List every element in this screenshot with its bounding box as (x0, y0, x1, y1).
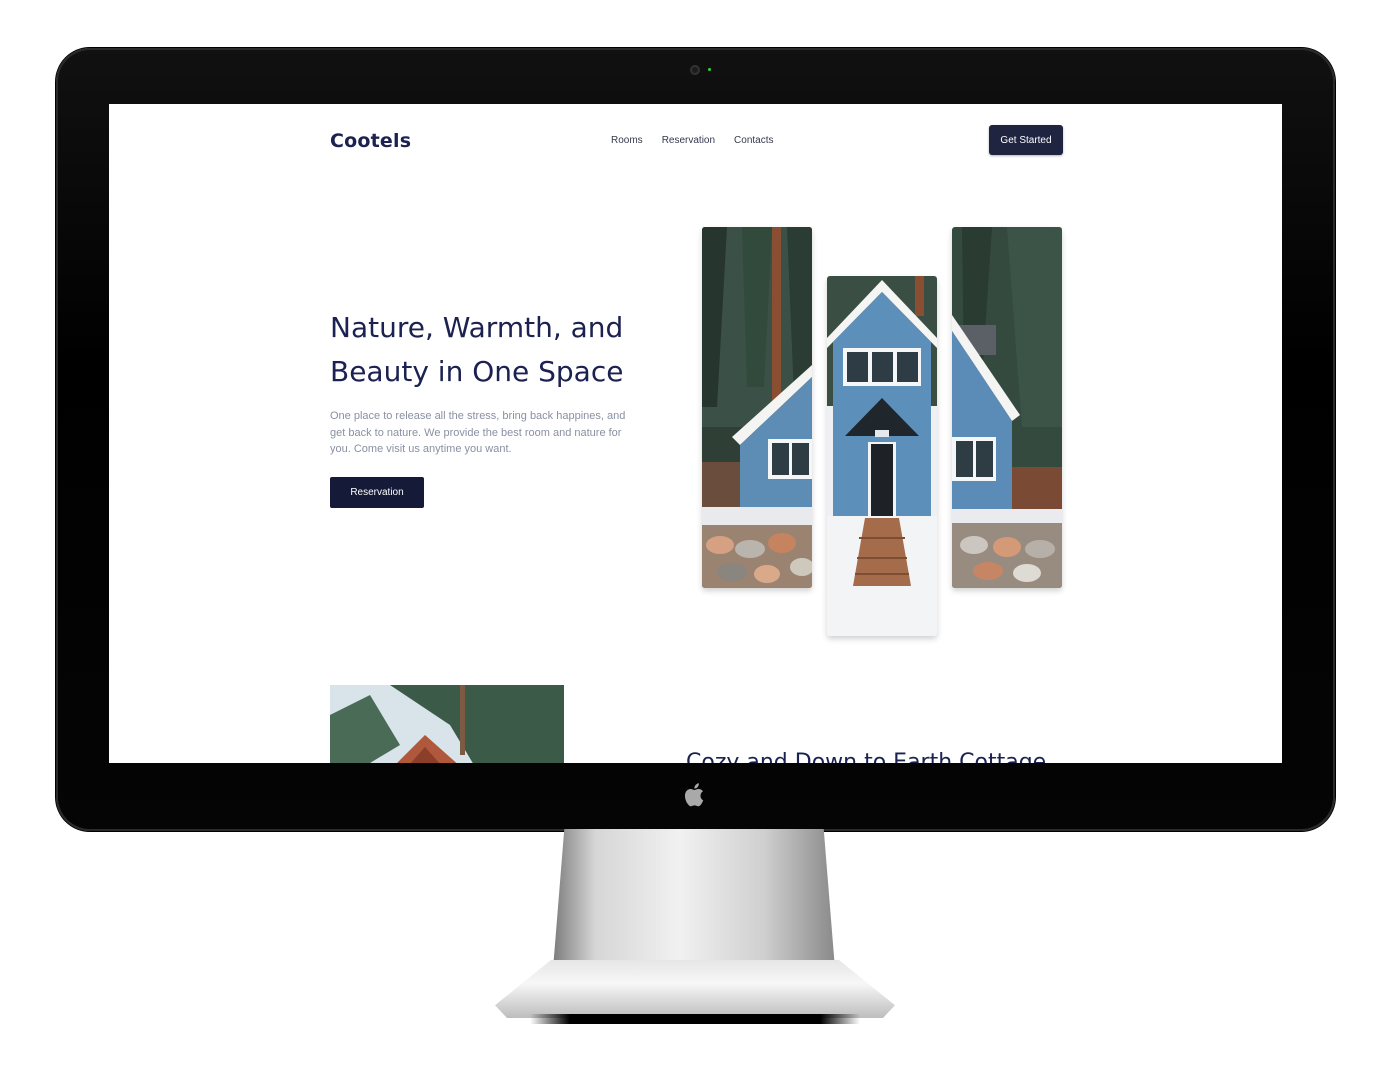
site-logo[interactable]: Cootels (330, 130, 411, 152)
monitor-stand-neck (553, 829, 835, 969)
monitor-stand-shadow (530, 1014, 860, 1024)
website-screen: Cootels Rooms Reservation Contacts Get S… (109, 104, 1282, 763)
section-heading: Cozy and Down to Earth Cottage (686, 750, 1047, 763)
cottage-preview-image (330, 685, 564, 763)
cabin-photo-left (702, 227, 812, 588)
nav-link-contacts[interactable]: Contacts (734, 135, 773, 146)
hero-description: One place to release all the stress, bri… (330, 410, 626, 455)
get-started-button[interactable]: Get Started (989, 125, 1063, 155)
webcam-led (708, 68, 711, 71)
apple-icon (684, 783, 704, 807)
nav-link-reservation[interactable]: Reservation (662, 135, 715, 146)
hero-title: Nature, Warmth, and Beauty in One Space (330, 311, 624, 388)
cabin-photo-center (827, 276, 937, 636)
main-nav: Rooms Reservation Contacts (611, 135, 774, 146)
reservation-button[interactable]: Reservation (330, 477, 424, 508)
cabin-photo-right (952, 227, 1062, 588)
nav-link-rooms[interactable]: Rooms (611, 135, 643, 146)
monitor-stand-base (495, 960, 895, 1018)
webcam-icon (690, 65, 700, 75)
